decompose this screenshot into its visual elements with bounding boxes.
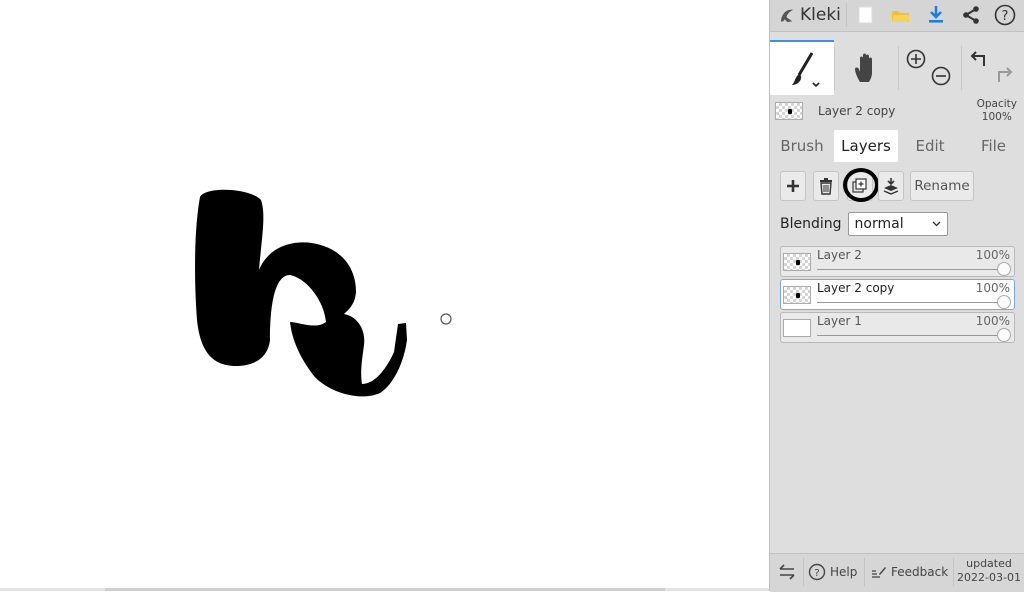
opacity-label: Opacity [976,98,1017,110]
layer-name: Layer 2 [817,248,862,262]
download-icon [929,6,943,23]
topbar-separator [846,3,847,27]
footer-separator [864,558,865,586]
chevron-down-icon [932,221,940,227]
opacity-slider-track[interactable] [817,302,1004,303]
swap-arrows-icon [779,564,795,580]
current-layer-opacity: Opacity 100% [977,98,1017,124]
feedback-pencil-icon [872,567,886,578]
layer-name: Layer 2 copy [817,281,895,295]
top-bar: Kleki ? [770,0,1024,32]
brush-tool-icon [792,51,820,87]
canvas-drawing [195,189,452,397]
kleki-logo-icon [780,9,794,22]
undo-icon [970,51,985,66]
layer-opacity: 100% [975,248,1010,262]
opacity-value: 100% [981,111,1012,123]
add-layer-icon [787,180,799,192]
merge-down-button[interactable] [878,171,904,201]
panel-footer: ? Help Feedback updated 2022-03-01 [770,553,1024,592]
current-layer-thumbnail [775,102,803,120]
share-button[interactable] [958,2,984,28]
share-icon [963,6,979,24]
new-file-icon [858,6,873,24]
svg-text:?: ? [814,568,819,579]
kleki-logo[interactable]: Kleki [778,4,841,26]
tool-row [770,40,1024,95]
layer-name: Layer 1 [817,314,862,328]
tab-file[interactable]: File [962,130,1024,162]
opacity-slider-knob[interactable] [997,262,1011,276]
drawing-canvas[interactable] [0,0,769,588]
tab-layers[interactable]: Layers [834,130,898,162]
zoom-in-icon [906,49,926,69]
layer-row-layer-2[interactable]: Layer 2 100% [780,246,1015,277]
svg-text:?: ? [1002,9,1009,24]
hand-tool-button[interactable] [835,40,898,95]
delete-layer-button[interactable] [813,171,839,201]
feedback-label: Feedback [891,565,949,579]
delete-layer-icon [820,177,832,195]
opacity-slider-track[interactable] [817,335,1004,336]
help-label: Help [830,565,858,579]
help-button[interactable]: ? [992,2,1018,28]
new-file-button[interactable] [853,2,879,28]
tab-edit[interactable]: Edit [898,130,962,162]
updated-info[interactable]: updated 2022-03-01 [955,557,1023,585]
blending-row: Blending normal [780,211,948,237]
swap-side-button[interactable] [778,554,796,590]
drawn-stroke-h [195,189,407,397]
updated-date: 2022-03-01 [957,571,1021,584]
zoom-buttons[interactable] [899,40,961,95]
help-link[interactable]: ? Help [808,554,857,590]
duplicate-layer-button[interactable] [847,171,873,201]
layer-row-layer-2-copy[interactable]: Layer 2 copy 100% [780,279,1015,310]
add-layer-button[interactable] [780,171,806,201]
footer-separator [953,558,954,586]
open-folder-icon [892,11,910,22]
help-circle-icon: ? [808,563,826,581]
blending-value: normal [854,216,904,232]
opacity-slider-track[interactable] [817,269,1004,270]
redo-icon [998,67,1013,82]
rename-layer-button[interactable]: Rename [910,171,974,201]
layer-thumbnail [783,286,811,304]
zoom-out-icon [931,66,951,86]
opacity-slider-knob[interactable] [997,295,1011,309]
layer-opacity: 100% [975,281,1010,295]
panel-tabs: Brush Layers Edit File [770,130,1024,162]
undo-redo-buttons[interactable] [962,40,1024,95]
footer-separator [803,558,804,586]
brush-tool-button[interactable] [770,40,834,95]
app-name: Kleki [800,5,841,25]
blending-select[interactable]: normal [847,212,948,236]
layer-thumbnail [783,253,811,271]
feedback-link[interactable]: Feedback [871,554,948,590]
layer-actions: Rename [770,168,1024,203]
duplicate-layer-icon [852,178,867,193]
hand-tool-icon [854,53,872,82]
opacity-slider-knob[interactable] [997,328,1011,342]
help-icon: ? [994,4,1016,26]
layer-thumbnail [783,319,811,337]
layer-row-layer-1[interactable]: Layer 1 100% [780,312,1015,343]
open-file-button[interactable] [888,2,914,28]
merge-down-icon [883,178,899,195]
current-layer-name: Layer 2 copy [818,104,896,118]
tab-brush[interactable]: Brush [770,130,834,162]
side-panel: Kleki ? Layer 2 copy Opacity 100% Brush … [769,0,1024,592]
current-layer-info: Layer 2 copy Opacity 100% [770,96,1024,128]
layer-opacity: 100% [975,314,1010,328]
blending-label: Blending [780,216,842,232]
updated-label: updated [966,557,1012,570]
brush-cursor [440,313,452,325]
download-button[interactable] [923,2,949,28]
